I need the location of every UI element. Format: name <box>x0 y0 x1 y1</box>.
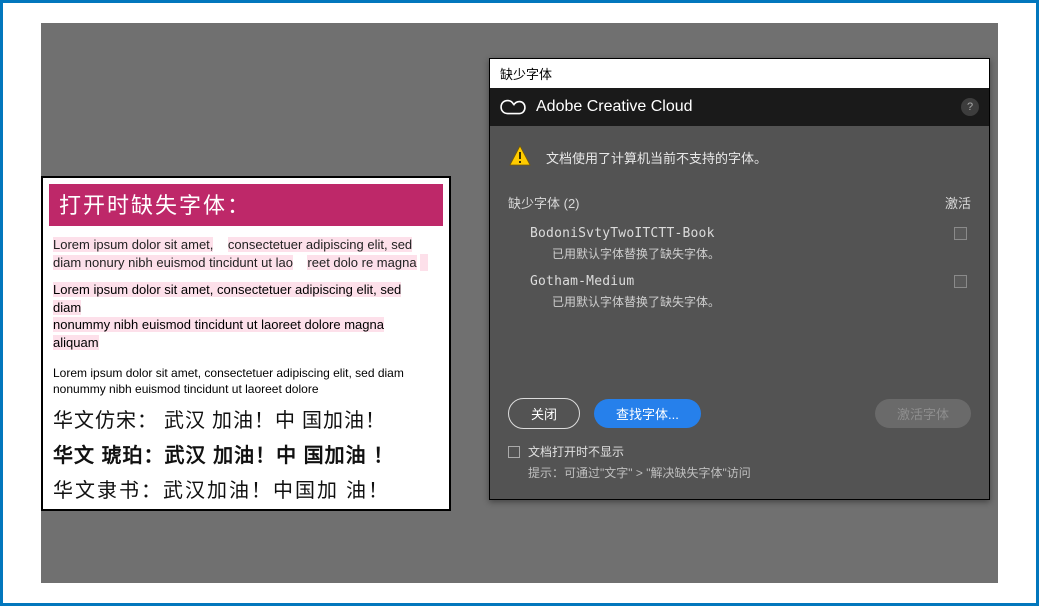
font-item: Gotham-Medium 已用默认字体替换了缺失字体。 <box>508 270 971 318</box>
font-list: BodoniSvtyTwoITCTT-Book 已用默认字体替换了缺失字体。 G… <box>508 222 971 372</box>
font-sub-text: 已用默认字体替换了缺失字体。 <box>512 293 967 310</box>
activate-checkbox[interactable] <box>954 275 967 288</box>
outer-frame: 打开时缺失字体： Lorem ipsum dolor sit amet, con… <box>0 0 1039 606</box>
close-button[interactable]: 关闭 <box>508 398 580 429</box>
find-fonts-button[interactable]: 查找字体... <box>594 399 701 428</box>
doc-row-fangsong: 华文仿宋： 武汉 加油！中 国加油！ <box>53 404 439 433</box>
hint-text: 提示：可通过"文字" > "解决缺失字体"访问 <box>508 464 971 481</box>
suppress-row: 文档打开时不显示 <box>508 443 971 460</box>
button-row: 关闭 查找字体... 激活字体 <box>508 398 971 429</box>
warning-text: 文档使用了计算机当前不支持的字体。 <box>546 148 767 167</box>
font-name: BodoniSvtyTwoITCTT-Book <box>530 226 715 241</box>
activate-fonts-button: 激活字体 <box>875 399 971 428</box>
doc-row-lishu: 华文隶书：武汉加油！中国加 油！ <box>53 474 439 503</box>
font-name: Gotham-Medium <box>530 274 634 289</box>
app-canvas: 打开时缺失字体： Lorem ipsum dolor sit amet, con… <box>41 23 998 583</box>
dialog-body: 文档使用了计算机当前不支持的字体。 缺少字体 (2) 激活 BodoniSvty… <box>490 126 989 384</box>
document-preview: 打开时缺失字体： Lorem ipsum dolor sit amet, con… <box>41 176 451 511</box>
dialog-footer: 关闭 查找字体... 激活字体 文档打开时不显示 提示：可通过"文字" > "解… <box>490 384 989 499</box>
missing-count-label: 缺少字体 (2) <box>508 193 580 212</box>
missing-fonts-dialog: 缺少字体 Adobe Creative Cloud ? 文档使用了计算机当前不支… <box>489 58 990 500</box>
activate-checkbox[interactable] <box>954 227 967 240</box>
dialog-header-title: Adobe Creative Cloud <box>536 98 951 116</box>
doc-heading: 打开时缺失字体： <box>49 184 443 226</box>
suppress-label: 文档打开时不显示 <box>528 443 624 460</box>
doc-paragraph-1: Lorem ipsum dolor sit amet, consectetuer… <box>53 236 439 271</box>
help-icon[interactable]: ? <box>961 98 979 116</box>
suppress-checkbox[interactable] <box>508 446 520 458</box>
font-sub-text: 已用默认字体替换了缺失字体。 <box>512 245 967 262</box>
font-item: BodoniSvtyTwoITCTT-Book 已用默认字体替换了缺失字体。 <box>508 222 971 270</box>
creative-cloud-icon <box>500 96 526 118</box>
activate-col-label: 激活 <box>945 193 971 212</box>
doc-paragraph-2: Lorem ipsum dolor sit amet, consectetuer… <box>53 281 439 351</box>
dialog-header: Adobe Creative Cloud ? <box>490 88 989 126</box>
warning-icon <box>508 144 532 171</box>
font-list-header: 缺少字体 (2) 激活 <box>508 193 971 216</box>
doc-paragraph-3: Lorem ipsum dolor sit amet, consectetuer… <box>53 365 439 397</box>
doc-row-hupo: 华文 琥珀：武汉 加油！中 国加油 ！ <box>53 439 439 468</box>
dialog-titlebar[interactable]: 缺少字体 <box>490 59 989 88</box>
warning-row: 文档使用了计算机当前不支持的字体。 <box>508 144 971 171</box>
